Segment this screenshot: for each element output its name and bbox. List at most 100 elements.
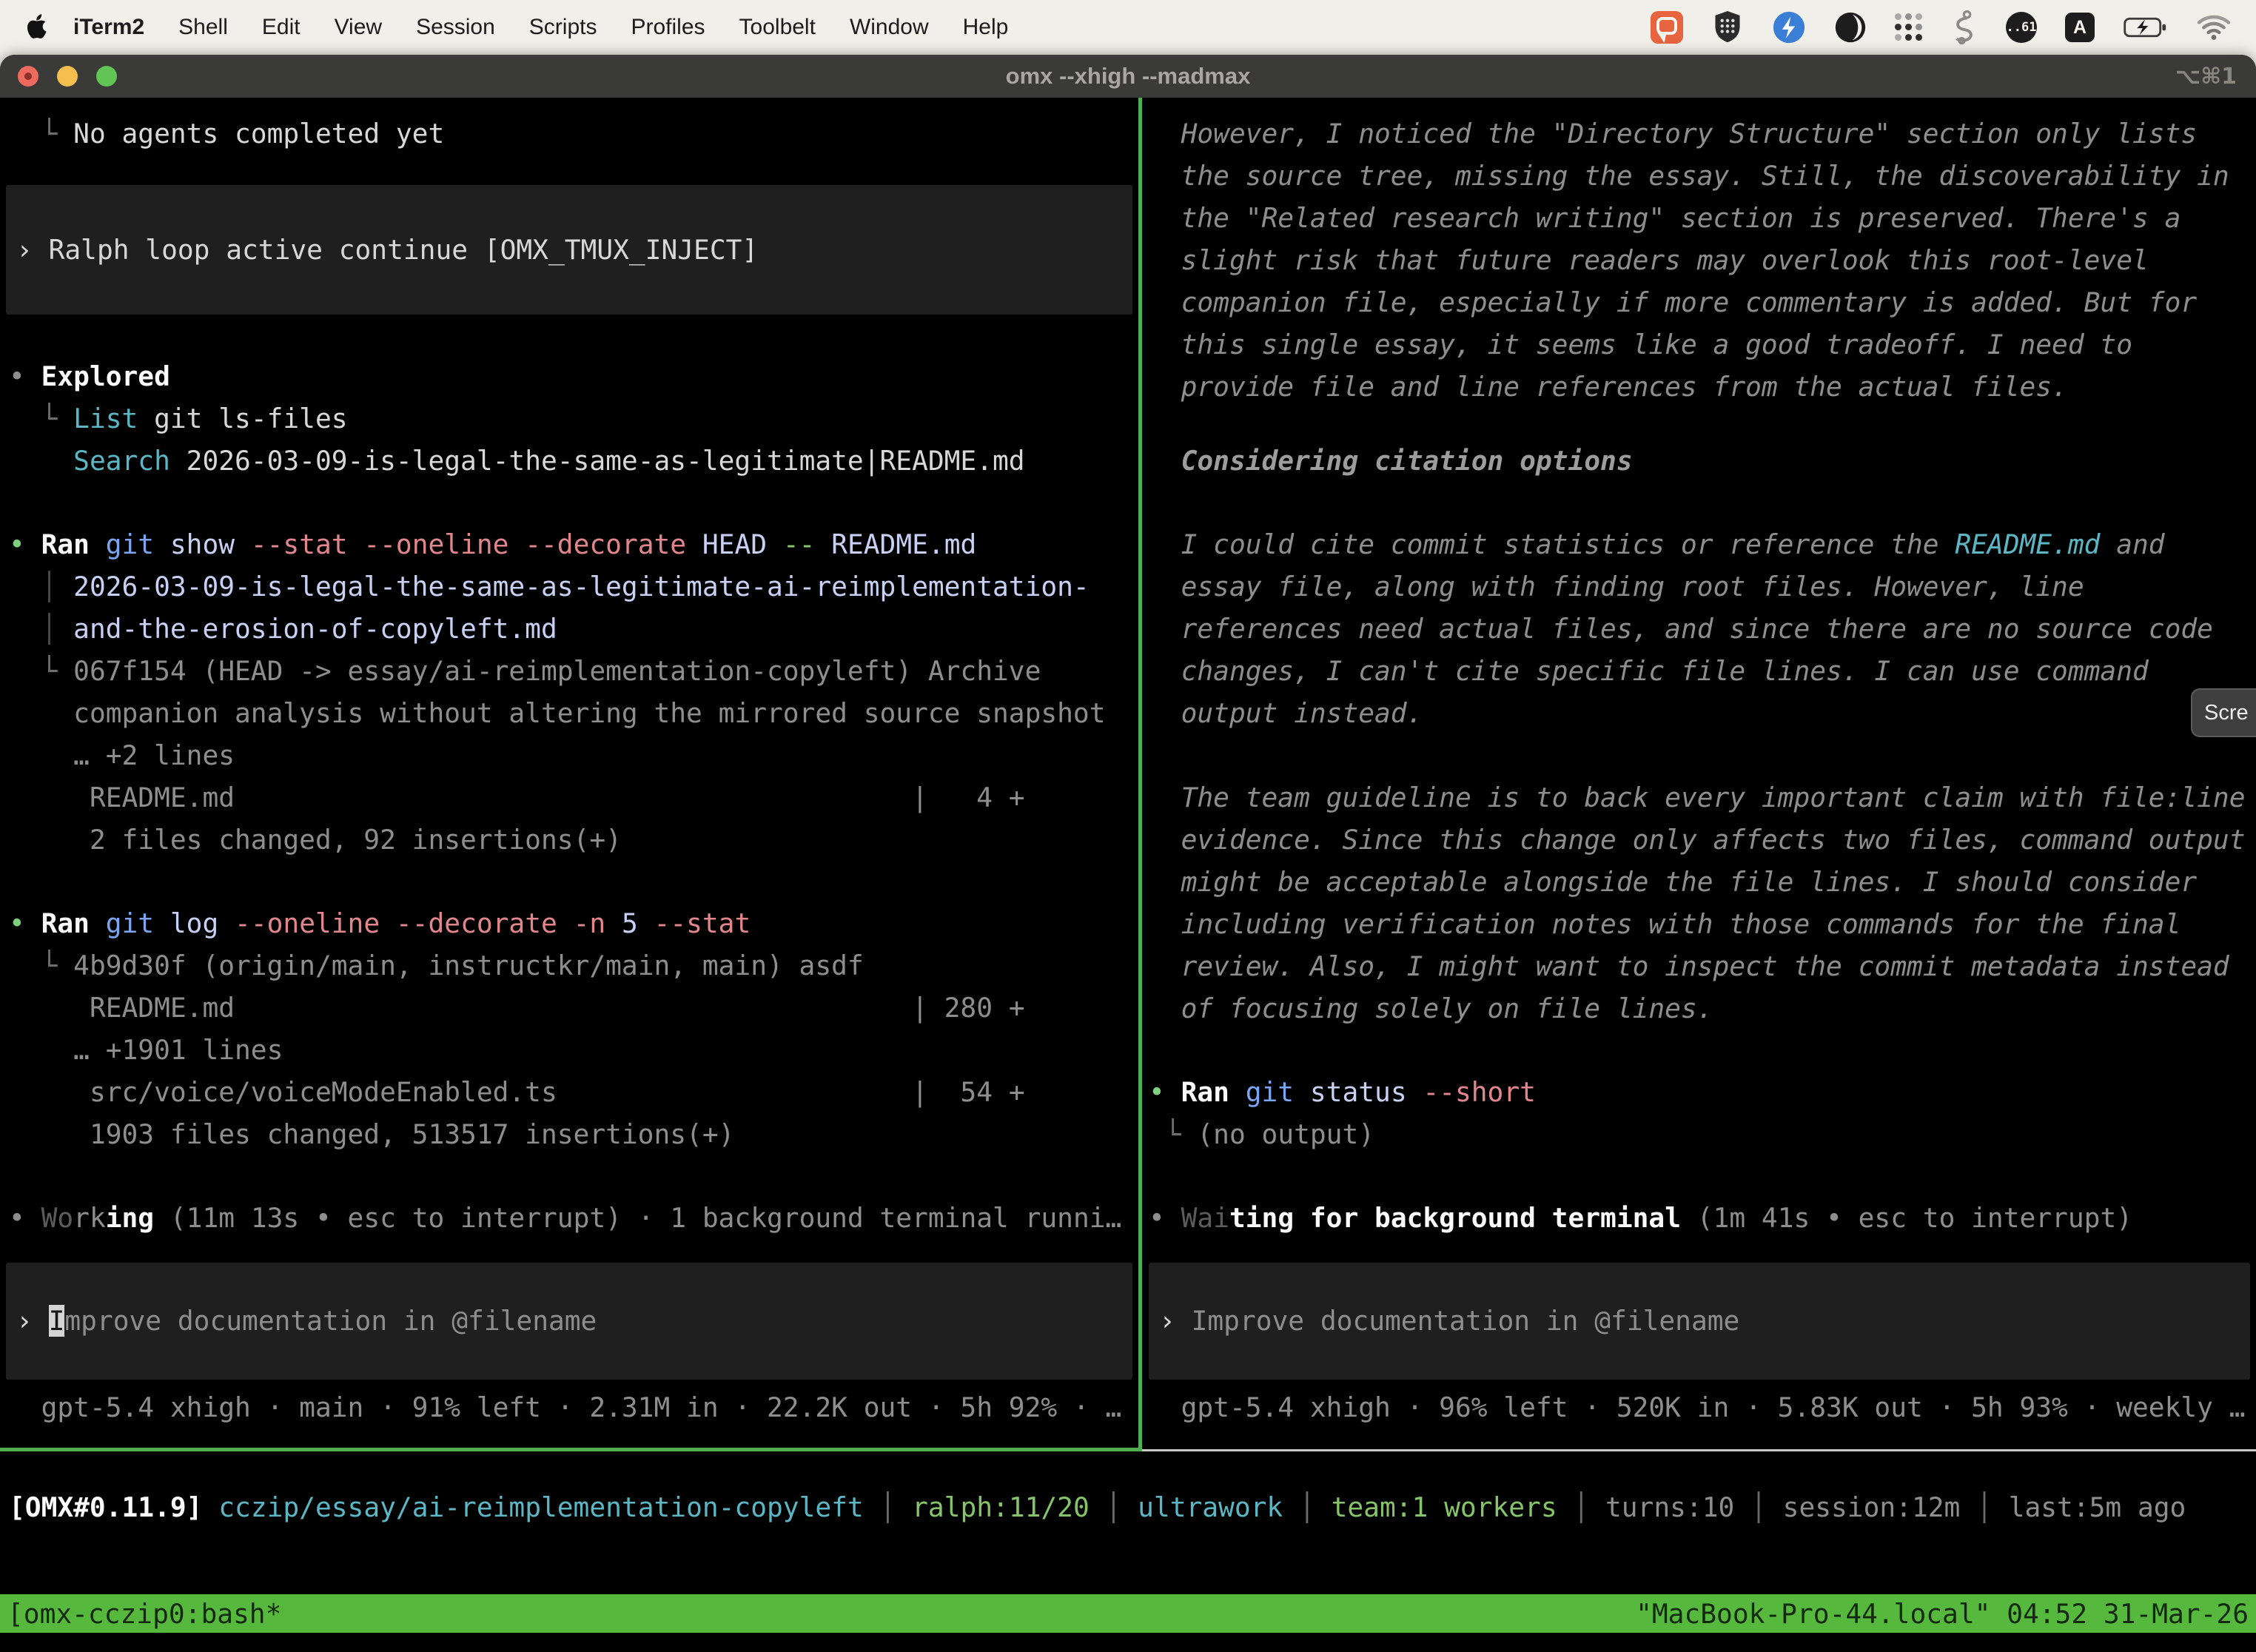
text-segment: including verification notes with those … [1181,908,2181,940]
text-segment: --stat [654,907,751,939]
menu-bar: iTerm2ShellEditViewSessionScriptsProfile… [0,0,2256,55]
text-segment [1149,824,1181,856]
text-segment: --oneline [235,907,396,939]
text-segment [9,992,90,1024]
text-segment: README.md [1955,528,2100,560]
terminal-line: gpt-5.4 xhigh · 96% left · 520K in · 5.8… [1149,1386,2246,1428]
tmux-status-bar: [omx-cczip0:bash* "MacBook-Pro-44.local"… [0,1594,2256,1633]
text-segment [1149,950,1181,982]
menu-item-shell[interactable]: Shell [161,15,245,40]
text-segment: └ [9,950,73,981]
text-segment [1149,118,1181,150]
text-segment: companion analysis without altering the … [73,697,1105,729]
menu-item-profiles[interactable]: Profiles [614,15,722,40]
text-segment [1149,782,1181,813]
text-segment [9,1118,90,1150]
right-pane[interactable]: However, I noticed the "Directory Struct… [1143,98,2256,1448]
input-source-menu-icon[interactable]: A [2065,13,2095,42]
terminal-line: └ List git ls-files [9,397,348,440]
pie-menu-icon[interactable] [1834,11,1867,44]
menu-item-view[interactable]: View [318,15,399,40]
terminal-line: might be acceptable alongside the file l… [1149,861,2197,903]
text-segment [1149,286,1181,318]
badge-61-menu-icon[interactable]: ..61 [2006,12,2037,43]
terminal-line: of focusing solely on file lines. [1149,987,1713,1030]
text-segment: -- [783,528,831,560]
shield-keypad-menu-icon[interactable] [1711,10,1744,45]
omx-status-segment: │ [1283,1491,1331,1523]
left-pane[interactable]: └ No agents completed yet › Ralph loop ac… [0,98,1138,1448]
terminal-line: Search 2026-03-09-is-legal-the-same-as-l… [9,440,1025,482]
menu-item-iterm2[interactable]: iTerm2 [56,15,161,40]
terminal-line: └ No agents completed yet [9,113,444,155]
menu-item-window[interactable]: Window [833,15,946,40]
terminal-line: The team guideline is to back every impo… [1149,776,2246,819]
omx-status-segment: ralph:11/20 [912,1491,1090,1523]
title-bar[interactable]: omx --xhigh --madmax ⌥⌘1 [0,55,2256,98]
omx-status-segment: session:12m [1783,1491,1961,1523]
menu-item-session[interactable]: Session [399,15,512,40]
terminal-line: └ (no output) [1149,1113,1374,1155]
text-segment: --short [1423,1076,1536,1108]
text-segment: gpt-5.4 xhigh · main · 91% left · 2.31M … [41,1391,1122,1423]
terminal-line: However, I noticed the "Directory Struct… [1149,113,2197,155]
squiggle-icon [1951,10,1978,44]
text-segment: • [1149,1202,1181,1234]
text-segment: › [1159,1305,1192,1337]
close-button[interactable] [18,66,38,87]
text-segment: of focusing solely on file lines. [1181,993,1713,1024]
text-segment: › [16,1305,49,1337]
pane-divider[interactable] [1138,98,1142,1451]
text-segment [9,1076,90,1108]
screen-share-label: Scre [2204,692,2249,734]
chat-app-menu-icon[interactable] [1651,11,1683,44]
menu-item-edit[interactable]: Edit [245,15,318,40]
terminal-line: src/voice/voiceModeEnabled.ts | 54 + [9,1071,1025,1113]
text-segment [9,697,73,729]
wifi-menu-icon[interactable] [2197,14,2231,41]
text-segment: evidence. Since this change only affects… [1181,824,2246,856]
text-segment: ting for background terminal [1229,1202,1681,1234]
text-segment: Ralph loop active continue [OMX_TMUX_INJ… [49,234,759,266]
text-segment: … +1901 lines [73,1034,283,1066]
minimize-button[interactable] [57,66,78,87]
text-segment [1149,329,1181,360]
terminal-line: README.md | 280 + [9,987,1025,1029]
menu-item-help[interactable]: Help [946,15,1026,40]
terminal-line: … +1901 lines [9,1029,283,1071]
terminal-line: output instead. [1149,692,1423,734]
wifi-icon [2197,14,2231,41]
terminal-line: provide file and line references from th… [1149,366,2068,408]
text-segment [1149,993,1181,1024]
menu-item-toolbelt[interactable]: Toolbelt [722,15,833,40]
omx-status-line: [OMX#0.11.9] cczip/essay/ai-reimplementa… [9,1486,2186,1528]
zoom-button[interactable] [96,66,117,87]
text-segment: review. Also, I might want to inspect th… [1181,950,2229,982]
text-segment: and [2100,528,2164,560]
screen-share-overlay[interactable]: Scre [2191,688,2256,737]
text-segment: • [9,360,41,392]
blue-badge-menu-icon[interactable] [1772,10,1806,44]
squiggle-menu-icon[interactable] [1951,10,1978,44]
text-segment: Wai [1181,1202,1229,1234]
dots-grid-icon [1895,13,1923,41]
text-segment [1149,160,1181,192]
terminal-line: 1903 files changed, 513517 insertions(+) [9,1113,734,1155]
text-segment: However, I noticed the "Directory Struct… [1181,118,2198,150]
omx-status-segment: │ [864,1491,912,1523]
text-segment: └ [9,403,73,434]
terminal-line: • Ran git log --oneline --decorate -n 5 … [9,902,751,944]
text-segment: The team guideline is to back every impo… [1181,782,2246,813]
text-segment [1149,202,1181,234]
battery-menu-icon[interactable] [2123,16,2169,39]
text-segment: README.md | 280 + [90,992,1025,1024]
text-segment: I [49,1305,65,1337]
menu-item-scripts[interactable]: Scripts [512,15,614,40]
lightning-badge-icon [1772,10,1806,44]
omx-status-segment: last:5m ago [2009,1491,2186,1523]
shield-keypad-icon [1711,10,1744,45]
text-segment: › [16,234,49,266]
dots-grid-menu-icon[interactable] [1895,13,1923,41]
text-segment: -n [574,907,622,939]
apple-menu[interactable] [25,13,49,41]
